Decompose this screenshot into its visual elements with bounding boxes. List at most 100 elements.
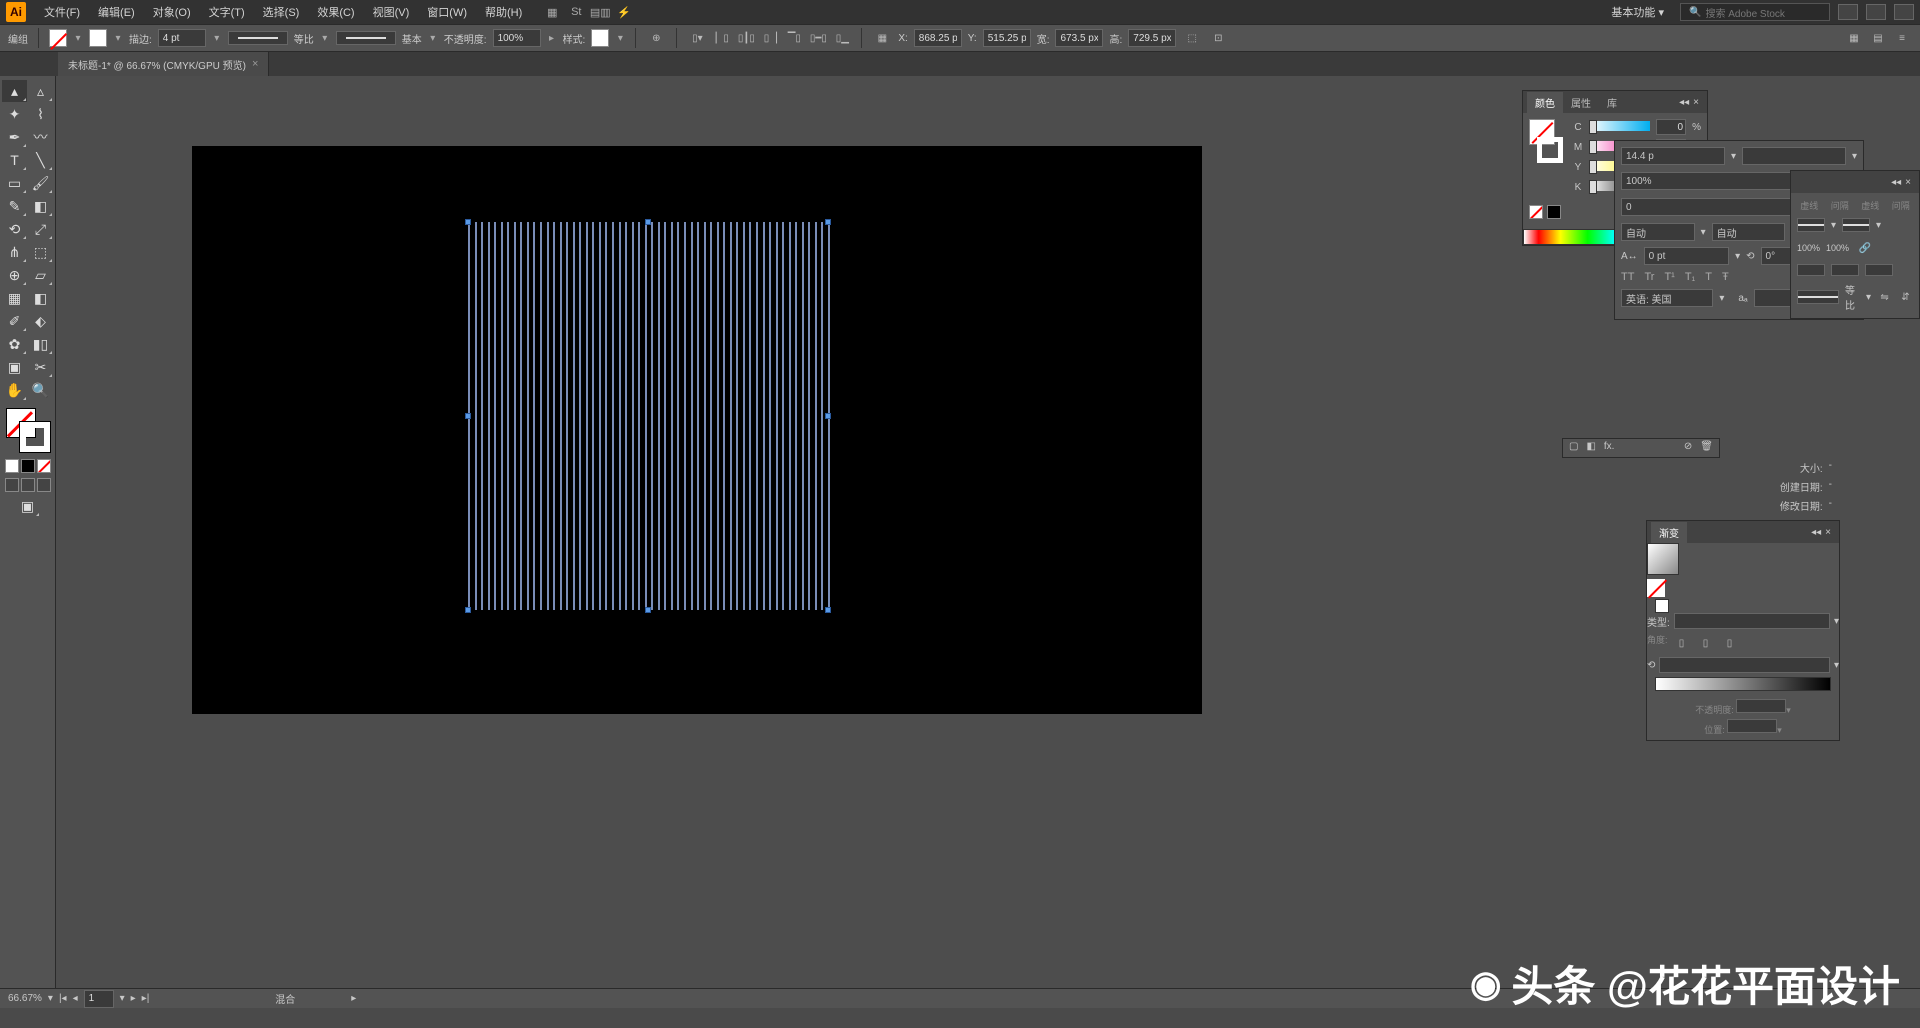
curvature-tool[interactable]: 〰	[28, 126, 53, 148]
align-top-icon[interactable]: ▔▯	[785, 29, 803, 47]
panel-close-icon[interactable]: ×	[1693, 97, 1699, 108]
cap-butt[interactable]	[1797, 218, 1825, 232]
y-input[interactable]	[983, 29, 1031, 47]
gradient-mode-swatch[interactable]	[21, 459, 35, 473]
none-swatch[interactable]	[1529, 205, 1543, 219]
panel-stroke-proxy[interactable]	[1537, 137, 1563, 163]
gradient-type-select[interactable]	[1674, 613, 1830, 629]
extra-field[interactable]	[1742, 147, 1846, 165]
lasso-tool[interactable]: ⌇	[28, 103, 53, 125]
align-dropdown-icon[interactable]: ▯▾	[687, 28, 707, 48]
font-size-field[interactable]: 14.4 p	[1621, 147, 1725, 165]
eyedropper-tool[interactable]: ✐	[2, 310, 27, 332]
tracking-field[interactable]: 0 pt	[1644, 247, 1729, 265]
zoom-level[interactable]: 66.67%	[8, 993, 42, 1004]
gradient-stroke-proxy[interactable]	[1655, 599, 1669, 613]
menu-effect[interactable]: 效果(C)	[309, 1, 362, 23]
type-tool[interactable]: T	[2, 149, 27, 171]
align-hcenter-icon[interactable]: ▯┃▯	[737, 29, 755, 47]
window-close-button[interactable]	[1894, 4, 1914, 20]
stroke-weight-input[interactable]	[158, 29, 206, 47]
align-right-icon[interactable]: ▯▕	[761, 29, 779, 47]
none-mode-swatch[interactable]	[37, 459, 51, 473]
perspective-tool[interactable]: ▱	[28, 264, 53, 286]
gstroke-2[interactable]: ▯	[1696, 633, 1716, 653]
color-tab[interactable]: 颜色	[1527, 92, 1563, 113]
zero-field[interactable]: 0	[1621, 198, 1794, 216]
gap1[interactable]	[1831, 264, 1859, 276]
menu-icon[interactable]: ≡	[1892, 28, 1912, 48]
menu-object[interactable]: 对象(O)	[145, 1, 199, 23]
screen-mode[interactable]: ▣	[15, 495, 40, 517]
flip-v-icon[interactable]: ⇵	[1898, 287, 1913, 307]
nav-last-icon[interactable]: ▸|	[142, 993, 150, 1004]
gradient-preview[interactable]	[1647, 543, 1679, 575]
mesh-tool[interactable]: ▦	[2, 287, 27, 309]
align-left-icon[interactable]: ▏▯	[713, 29, 731, 47]
nav-dd[interactable]: ▾	[120, 993, 125, 1004]
attributes-tab[interactable]: 属性	[1563, 92, 1599, 113]
stock-icon[interactable]: St	[568, 4, 584, 20]
paintbrush-tool[interactable]: 🖌	[28, 172, 53, 194]
draw-normal[interactable]	[5, 478, 19, 492]
transform-icon[interactable]: ▦	[872, 28, 892, 48]
artboard-page-input[interactable]	[84, 990, 114, 1008]
graphic-style[interactable]	[591, 29, 609, 47]
leading-field2[interactable]: 自动	[1712, 223, 1786, 241]
flip-h-icon[interactable]: ⇋	[1877, 287, 1892, 307]
gstroke-3[interactable]: ▯	[1720, 633, 1740, 653]
stroke-dropdown[interactable]: ▾	[113, 29, 123, 47]
appearance-fx-icon[interactable]: fx.	[1604, 441, 1615, 452]
gradient-tab[interactable]: 渐变	[1651, 522, 1687, 543]
allcaps-icon[interactable]: TT	[1621, 271, 1634, 283]
bw-swatch[interactable]	[1547, 205, 1561, 219]
link-icon[interactable]: 🔗	[1855, 238, 1875, 258]
menu-edit[interactable]: 编辑(E)	[90, 1, 143, 23]
appearance-grad-icon[interactable]: ◧	[1586, 441, 1595, 452]
nav-first-icon[interactable]: |◂	[59, 993, 67, 1004]
draw-behind[interactable]	[21, 478, 35, 492]
cyan-input[interactable]	[1656, 119, 1686, 135]
eraser-tool[interactable]: ◧	[28, 195, 53, 217]
gradient-ramp[interactable]	[1655, 677, 1831, 691]
opacity-field[interactable]: 100%	[1621, 172, 1794, 190]
gpu-icon[interactable]: ⚡	[616, 4, 632, 20]
menu-window[interactable]: 窗口(W)	[419, 1, 475, 23]
align-to-icon[interactable]: ⊡	[1208, 28, 1228, 48]
zoom-dd[interactable]: ▾	[48, 993, 53, 1004]
pencil-tool[interactable]: ✎	[2, 195, 27, 217]
graph-tool[interactable]: ▮▯	[28, 333, 53, 355]
subscript-icon[interactable]: T₁	[1685, 271, 1695, 283]
shape-builder-tool[interactable]: ⊕	[2, 264, 27, 286]
fill-stroke-proxy[interactable]	[6, 408, 50, 452]
align-vcenter-icon[interactable]: ▯━▯	[809, 29, 827, 47]
hand-tool[interactable]: ✋	[2, 379, 27, 401]
x-input[interactable]	[914, 29, 962, 47]
menu-help[interactable]: 帮助(H)	[477, 1, 530, 23]
dash2[interactable]	[1865, 264, 1893, 276]
w-input[interactable]	[1055, 29, 1103, 47]
slice-tool[interactable]: ✂	[28, 356, 53, 378]
bridge-icon[interactable]: ▦	[544, 4, 560, 20]
magic-wand-tool[interactable]: ✦	[2, 103, 27, 125]
stroke-profile[interactable]	[1797, 290, 1839, 304]
gradient-angle-input[interactable]	[1659, 657, 1830, 673]
artboard-tool[interactable]: ▣	[2, 356, 27, 378]
opacity-input[interactable]	[493, 29, 541, 47]
line-tool[interactable]: ╲	[28, 149, 53, 171]
variable-width-profile[interactable]	[228, 31, 288, 45]
blend-tool[interactable]: ⬖	[28, 310, 53, 332]
selected-object[interactable]	[468, 222, 828, 610]
align-bottom-icon[interactable]: ▯▁	[833, 29, 851, 47]
rectangle-tool[interactable]: ▭	[2, 172, 27, 194]
stop-opacity[interactable]	[1736, 699, 1786, 713]
leading-field[interactable]: 自动	[1621, 223, 1695, 241]
superscript-icon[interactable]: T¹	[1664, 271, 1674, 283]
appearance-square-icon[interactable]: ▢	[1569, 441, 1578, 452]
free-transform-tool[interactable]: ⬚	[28, 241, 53, 263]
edit-icon[interactable]: ▤	[1868, 28, 1888, 48]
nav-prev-icon[interactable]: ◂	[73, 993, 78, 1004]
tab-close-icon[interactable]: ×	[252, 58, 258, 70]
gradient-tool[interactable]: ◧	[28, 287, 53, 309]
underline-icon[interactable]: T	[1705, 271, 1712, 283]
